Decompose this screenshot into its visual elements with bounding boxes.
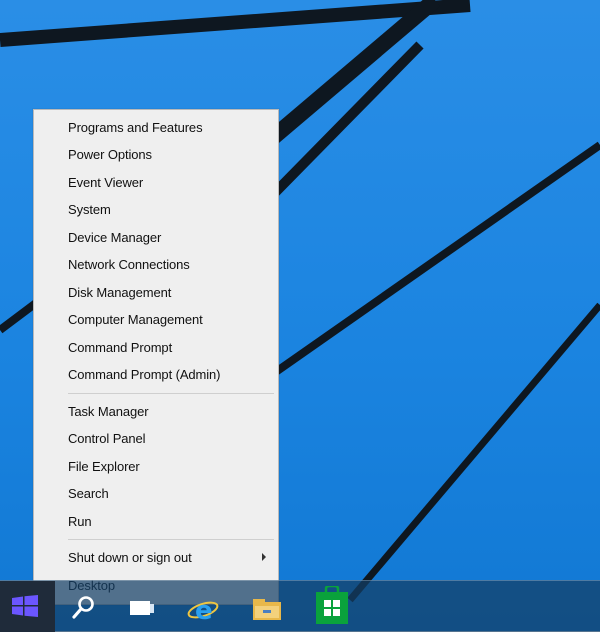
menu-item-file-explorer[interactable]: File Explorer (34, 453, 278, 479)
start-button[interactable] (0, 581, 55, 632)
submenu-arrow-icon (262, 553, 266, 561)
menu-item-command-prompt-admin[interactable]: Command Prompt (Admin) (34, 361, 278, 387)
store-icon[interactable] (316, 586, 348, 624)
menu-item-network-connections[interactable]: Network Connections (34, 251, 278, 277)
file-explorer-icon[interactable] (250, 594, 284, 624)
menu-separator (68, 539, 274, 540)
menu-item-search[interactable]: Search (34, 480, 278, 506)
menu-item-programs-and-features[interactable]: Programs and Features (34, 114, 278, 140)
menu-item-power-options[interactable]: Power Options (34, 141, 278, 167)
menu-item-disk-management[interactable]: Disk Management (34, 279, 278, 305)
menu-item-command-prompt[interactable]: Command Prompt (34, 334, 278, 360)
menu-item-task-manager[interactable]: Task Manager (34, 398, 278, 424)
menu-separator (68, 393, 274, 394)
windows-logo-icon (12, 595, 38, 617)
menu-item-control-panel[interactable]: Control Panel (34, 425, 278, 451)
internet-explorer-icon[interactable]: e (186, 594, 220, 624)
menu-item-label: Shut down or sign out (68, 549, 192, 565)
svg-text:e: e (195, 596, 213, 624)
menu-item-computer-management[interactable]: Computer Management (34, 306, 278, 332)
menu-item-event-viewer[interactable]: Event Viewer (34, 169, 278, 195)
search-icon[interactable] (72, 595, 96, 621)
menu-item-shut-down-or-sign-out[interactable]: Shut down or sign out (34, 544, 278, 570)
menu-item-run[interactable]: Run (34, 508, 278, 534)
winx-context-menu: Programs and Features Power Options Even… (33, 109, 279, 605)
menu-item-system[interactable]: System (34, 196, 278, 222)
menu-item-device-manager[interactable]: Device Manager (34, 224, 278, 250)
task-view-icon[interactable] (128, 597, 156, 619)
